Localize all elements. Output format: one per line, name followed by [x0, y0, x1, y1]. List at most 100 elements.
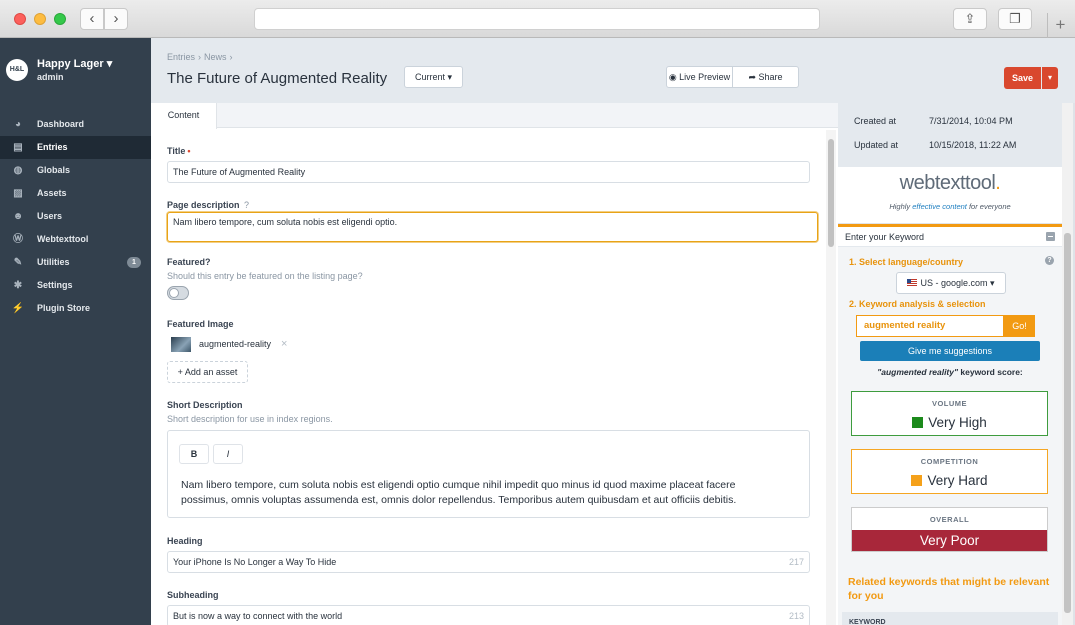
add-asset-button[interactable]: + Add an asset — [167, 361, 248, 383]
sidebar-item-settings[interactable]: ✱ Settings — [0, 274, 151, 297]
competition-card: COMPETITION Very Hard — [851, 449, 1048, 494]
score-suffix: keyword score: — [958, 367, 1023, 377]
created-at-value: 7/31/2014, 10:04 PM — [929, 116, 1013, 126]
tagline-accent: effective content — [912, 202, 967, 211]
close-window-button[interactable] — [14, 13, 26, 25]
panel-scrollbar[interactable] — [1062, 103, 1073, 625]
webtexttool-tagline: Highly effective content for everyone — [838, 202, 1062, 211]
chevron-right-icon: › — [113, 10, 119, 27]
suggestions-button[interactable]: Give me suggestions — [860, 341, 1040, 361]
keyword-input[interactable]: augmented reality — [856, 315, 1004, 337]
keyword-section-header[interactable]: Enter your Keyword — [838, 227, 1062, 247]
browser-toolbar: ‹ › ⇪ ❐ + — [0, 0, 1075, 38]
sidebar-item-globals[interactable]: ◍ Globals — [0, 159, 151, 182]
browser-share-button[interactable]: ⇪ — [953, 8, 987, 30]
tagline-pre: Highly — [889, 202, 913, 211]
entries-icon: ▤ — [13, 142, 23, 153]
sidebar-item-label: Globals — [37, 165, 71, 175]
wrench-icon: ✎ — [13, 257, 23, 268]
sidebar-item-users[interactable]: ☻ Users — [0, 205, 151, 228]
panel-scrollbar-thumb[interactable] — [1064, 233, 1071, 613]
chevron-left-icon: ‹ — [89, 10, 95, 27]
step-language-label: 1. Select language/country — [849, 257, 964, 267]
competition-value: Very Hard — [927, 473, 988, 488]
short-description-editor[interactable]: B I Nam libero tempore, cum soluta nobis… — [167, 430, 810, 518]
title-input[interactable]: The Future of Augmented Reality — [167, 161, 810, 183]
sidebar-item-label: Settings — [37, 280, 73, 290]
tab-content[interactable]: Content — [151, 103, 217, 129]
title-label-text: Title — [167, 146, 186, 156]
chevron-down-icon: ▾ — [106, 58, 113, 70]
keyword-section-title: Enter your Keyword — [845, 232, 925, 242]
sidebar-item-dashboard[interactable]: ◕ Dashboard — [0, 113, 151, 136]
live-preview-button[interactable]: ◉ Live Preview — [667, 67, 732, 87]
short-description-label: Short Description — [167, 400, 243, 410]
related-keywords-title: Related keywords that might be relevant … — [848, 576, 1050, 602]
volume-indicator — [912, 417, 924, 428]
heading-label: Heading — [167, 536, 203, 546]
remove-icon[interactable]: × — [281, 338, 287, 350]
heading-value: Your iPhone Is No Longer a Way To Hide — [173, 557, 337, 567]
subheading-input[interactable]: But is now a way to connect with the wor… — [167, 605, 810, 625]
sidebar-item-entries[interactable]: ▤ Entries — [0, 136, 151, 159]
subheading-value: But is now a way to connect with the wor… — [173, 611, 343, 621]
sidebar-item-plugin-store[interactable]: ⚡ Plugin Store — [0, 297, 151, 320]
help-icon[interactable]: ? — [244, 200, 249, 210]
go-button[interactable]: Go! — [1004, 315, 1035, 337]
page-description-label-text: Page description — [167, 200, 240, 210]
language-select[interactable]: US - google.com ▾ — [896, 272, 1006, 294]
required-indicator: • — [187, 146, 191, 156]
bold-button[interactable]: B — [179, 444, 209, 464]
overall-value: Very Poor — [852, 530, 1047, 551]
heading-char-count: 217 — [788, 557, 804, 567]
address-bar[interactable] — [254, 8, 820, 30]
dashboard-icon: ◕ — [14, 119, 22, 130]
save-group: Save ▾ — [1004, 67, 1058, 89]
forward-button[interactable]: › — [104, 8, 128, 30]
sidebar-item-assets[interactable]: ▨ Assets — [0, 182, 151, 205]
breadcrumb-entries[interactable]: Entries — [167, 52, 195, 62]
sidebar-item-webtexttool[interactable]: Ⓦ Webtexttool — [0, 228, 151, 251]
save-menu-button[interactable]: ▾ — [1042, 67, 1058, 89]
volume-title: VOLUME — [931, 399, 968, 408]
users-icon: ☻ — [12, 211, 24, 222]
heading-input[interactable]: Your iPhone Is No Longer a Way To Hide 21… — [167, 551, 810, 573]
volume-card: VOLUME Very High — [851, 391, 1048, 436]
minimize-window-button[interactable] — [34, 13, 46, 25]
short-description-text[interactable]: Nam libero tempore, cum soluta nobis est… — [181, 478, 781, 508]
webtexttool-header: webtexttool. Highly effective content fo… — [838, 167, 1062, 224]
page-description-input[interactable]: Nam libero tempore, cum soluta nobis est… — [167, 212, 818, 242]
italic-button[interactable]: I — [213, 444, 243, 464]
breadcrumb-news[interactable]: News — [204, 52, 227, 62]
site-name: Happy Lager — [37, 58, 104, 70]
plug-icon: ⚡ — [11, 303, 25, 314]
share-button[interactable]: ➦ Share — [732, 67, 798, 87]
breadcrumb-separator: › — [198, 52, 202, 62]
webtexttool-logo: webtexttool. — [838, 172, 1062, 195]
site-switcher[interactable]: H&L Happy Lager ▾ admin — [6, 58, 146, 93]
back-button[interactable]: ‹ — [80, 8, 104, 30]
help-icon[interactable]: ? — [1045, 256, 1054, 265]
keyword-score-label: "augmented reality" keyword score: — [838, 367, 1062, 377]
new-tab-button[interactable]: + — [1047, 13, 1073, 38]
editor-scrollbar-thumb[interactable] — [828, 139, 834, 247]
updated-at-value: 10/15/2018, 11:22 AM — [929, 140, 1017, 150]
toggle-knob — [169, 288, 179, 298]
site-user: admin — [37, 72, 64, 82]
tagline-post: for everyone — [966, 202, 1011, 211]
competition-title: COMPETITION — [920, 457, 979, 466]
revision-menu-button[interactable]: Current ▾ — [404, 66, 463, 88]
logo-text: webtexttool — [899, 172, 996, 194]
utilities-badge: 1 — [127, 257, 141, 268]
zoom-window-button[interactable] — [54, 13, 66, 25]
keyword-column-header[interactable]: KEYWORD — [842, 612, 1058, 625]
collapse-icon[interactable] — [1046, 232, 1055, 241]
share-icon: ⇪ — [964, 11, 976, 26]
browser-tabs-button[interactable]: ❐ — [998, 8, 1032, 30]
featured-toggle[interactable] — [167, 286, 189, 300]
sidebar-item-utilities[interactable]: ✎ Utilities 1 — [0, 251, 151, 274]
save-button[interactable]: Save — [1004, 67, 1041, 89]
step-keyword-label: 2. Keyword analysis & selection — [849, 299, 986, 309]
tabs-icon: ❐ — [1009, 11, 1021, 26]
gear-icon: ✱ — [13, 280, 23, 291]
